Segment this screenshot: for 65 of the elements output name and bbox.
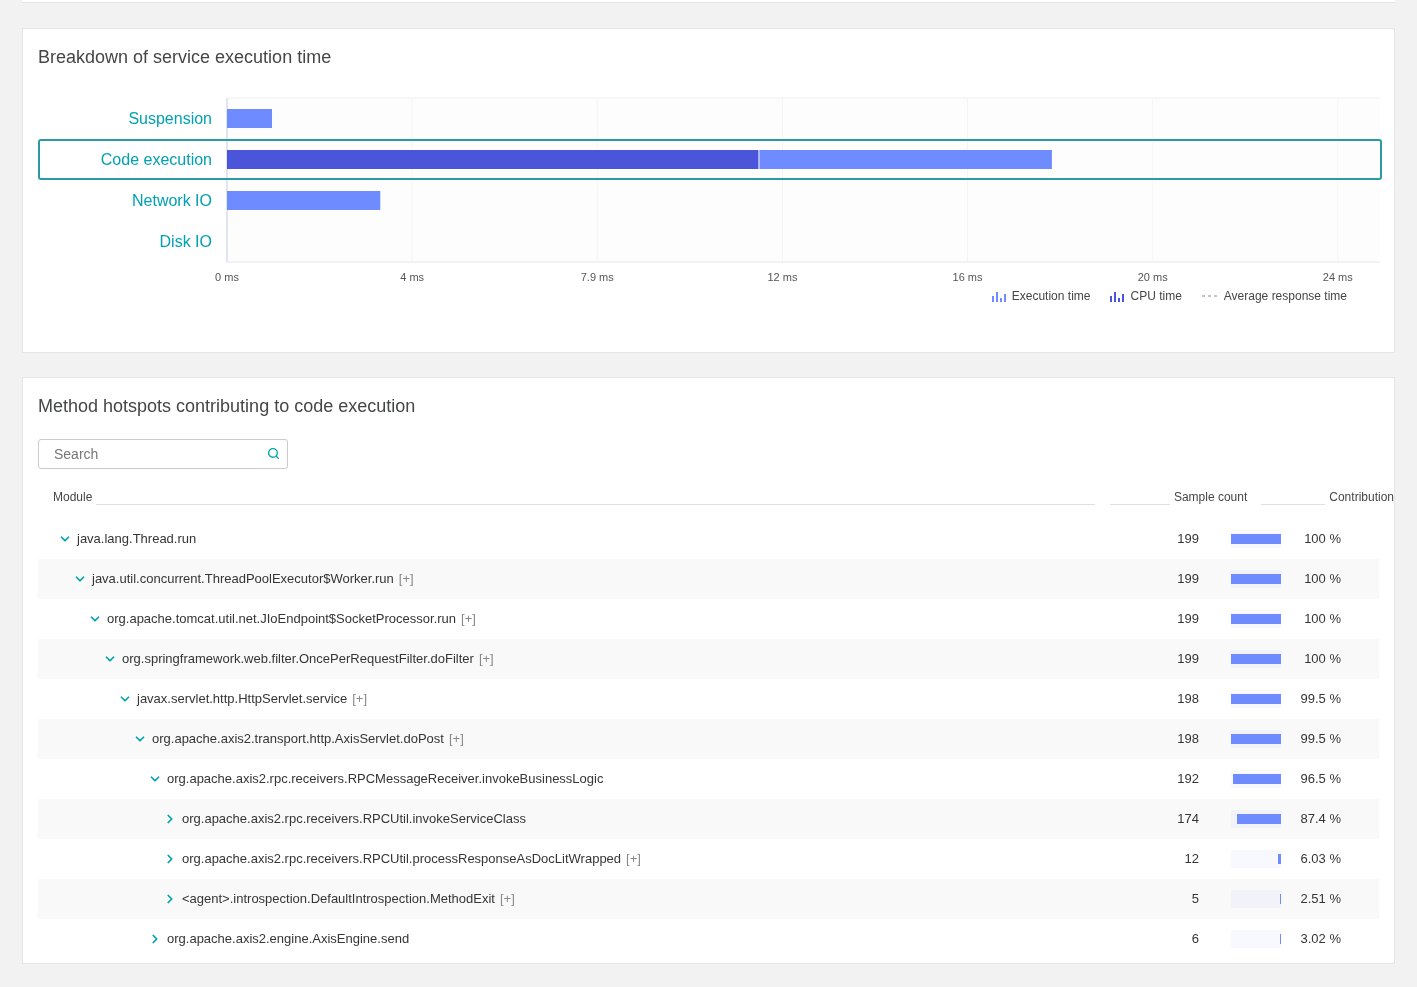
table-row[interactable]: java.util.concurrent.ThreadPoolExecutor$Worker.run [+] 199 100 % bbox=[38, 559, 1379, 599]
table-row[interactable]: org.apache.axis2.rpc.receivers.RPCMessageReceiver.invokeBusinessLogic 192 96.5 % bbox=[38, 759, 1379, 799]
section-title: Breakdown of service execution time bbox=[38, 46, 333, 69]
legend-label: CPU time bbox=[1130, 288, 1182, 305]
table-row[interactable]: org.apache.axis2.transport.http.AxisServlet.doPost [+] 198 99.5 % bbox=[38, 719, 1379, 759]
axis-tick-label: 4 ms bbox=[400, 271, 425, 283]
axis-tick-label: 0 ms bbox=[215, 271, 239, 283]
sample-count: 6 bbox=[1190, 930, 1199, 949]
sample-count: 199 bbox=[1176, 610, 1199, 629]
table-row[interactable]: org.apache.axis2.engine.AxisEngine.send 6 3.02 % bbox=[38, 919, 1379, 959]
method-name: org.apache.axis2.engine.AxisEngine.send bbox=[167, 930, 410, 949]
expand-link[interactable]: [+] bbox=[626, 849, 641, 869]
axis-tick-label: 20 ms bbox=[1137, 271, 1168, 283]
method-name: org.apache.axis2.transport.http.AxisServlet.doPost bbox=[152, 730, 444, 749]
method-name: java.util.concurrent.ThreadPoolExecutor$Worker.run bbox=[92, 570, 394, 589]
contribution-value: 87.4 % bbox=[1299, 810, 1341, 829]
table-row[interactable]: org.apache.tomcat.util.net.JIoEndpoint$SocketProcessor.run [+] 199 100 % bbox=[38, 599, 1379, 639]
sample-count: 174 bbox=[1176, 810, 1199, 829]
expand-link[interactable]: [+] bbox=[461, 609, 476, 629]
sample-count: 5 bbox=[1190, 890, 1199, 909]
method-name: org.apache.axis2.rpc.receivers.RPCMessageReceiver.invokeBusinessLogic bbox=[167, 770, 604, 789]
column-header[interactable]: Contribution bbox=[1329, 488, 1394, 506]
sample-count: 198 bbox=[1176, 690, 1199, 709]
method-name: javax.servlet.http.HttpServlet.service bbox=[137, 690, 348, 709]
axis-tick-label: 7.9 ms bbox=[580, 271, 614, 283]
method-name: <agent>.introspection.DefaultIntrospection.MethodExit bbox=[182, 890, 495, 909]
table-row[interactable]: <agent>.introspection.DefaultIntrospection.MethodExit [+] 5 2.51 % bbox=[38, 879, 1379, 919]
contribution-value: 99.5 % bbox=[1299, 730, 1341, 749]
search-field[interactable]: Search bbox=[38, 439, 288, 469]
sample-count: 192 bbox=[1176, 770, 1199, 789]
axis-tick-label: 16 ms bbox=[952, 271, 983, 283]
sample-count: 198 bbox=[1176, 730, 1199, 749]
contribution-value: 6.03 % bbox=[1299, 850, 1341, 869]
contribution-value: 99.5 % bbox=[1299, 690, 1341, 709]
column-header[interactable]: Sample count bbox=[1173, 488, 1248, 506]
section-title: Method hotspots contributing to code execution bbox=[38, 395, 417, 418]
method-name: java.lang.Thread.run bbox=[77, 530, 197, 549]
sample-count: 12 bbox=[1183, 850, 1199, 869]
table-row[interactable]: javax.servlet.http.HttpServlet.service [+] 198 99.5 % bbox=[38, 679, 1379, 719]
contribution-value: 2.51 % bbox=[1299, 890, 1341, 909]
sample-count: 199 bbox=[1176, 530, 1199, 549]
method-name: org.springframework.web.filter.OncePerRequestFilter.doFilter bbox=[122, 650, 474, 669]
method-name: org.apache.tomcat.util.net.JIoEndpoint$SocketProcessor.run bbox=[107, 610, 457, 629]
contribution-value: 3.02 % bbox=[1299, 930, 1341, 949]
contribution-value: 100 % bbox=[1303, 650, 1341, 669]
column-header[interactable]: Module bbox=[38, 488, 97, 506]
method-name: org.apache.axis2.rpc.receivers.RPCUtil.processResponseAsDocLitWrapped bbox=[182, 850, 622, 869]
method-name: org.apache.axis2.rpc.receivers.RPCUtil.invokeServiceClass bbox=[182, 810, 526, 829]
contribution-value: 100 % bbox=[1303, 570, 1341, 589]
contribution-value: 100 % bbox=[1303, 610, 1341, 629]
expand-link[interactable]: [+] bbox=[352, 689, 368, 709]
contribution-value: 100 % bbox=[1303, 530, 1341, 549]
table-row[interactable]: org.apache.axis2.rpc.receivers.RPCUtil.processResponseAsDocLitWrapped [+] 12 6.03 % bbox=[38, 839, 1379, 879]
axis-tick-label: 12 ms bbox=[767, 271, 798, 283]
table-row[interactable]: java.lang.Thread.run 199 100 % bbox=[38, 519, 1379, 559]
axis-tick-label: 24 ms bbox=[1322, 271, 1353, 283]
legend-label: Average response time bbox=[1223, 288, 1347, 305]
search-icon bbox=[267, 447, 280, 460]
legend-label: Execution time bbox=[1011, 288, 1091, 305]
sample-count: 199 bbox=[1176, 650, 1199, 669]
sample-count: 199 bbox=[1176, 570, 1199, 589]
table-row[interactable]: org.springframework.web.filter.OncePerRequestFilter.doFilter [+] 199 100 % bbox=[38, 639, 1379, 679]
bar bbox=[227, 109, 272, 128]
contribution-value: 96.5 % bbox=[1299, 770, 1341, 789]
table-row[interactable]: org.apache.axis2.rpc.receivers.RPCUtil.invokeServiceClass 174 87.4 % bbox=[38, 799, 1379, 839]
